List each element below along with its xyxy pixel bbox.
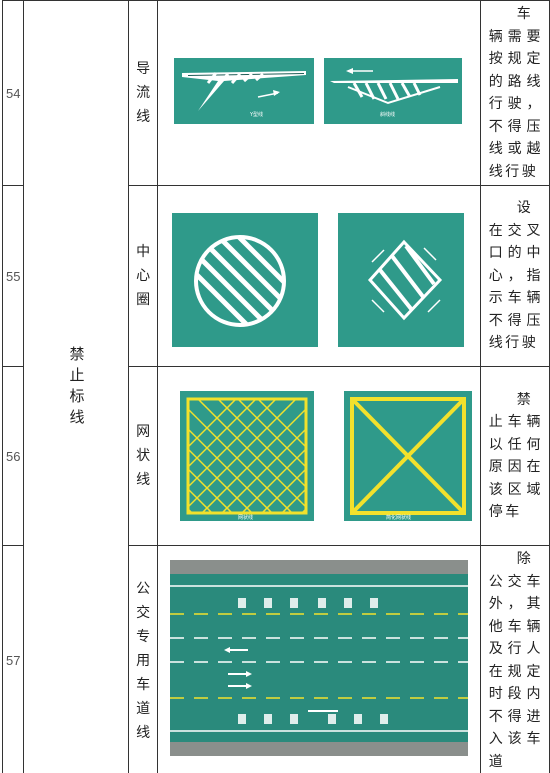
row-number: 55 <box>3 186 24 367</box>
row-number: 56 <box>3 367 24 546</box>
description-cell: 车辆需要按规定的路线行驶，不得压线或越线行驶 <box>480 1 549 186</box>
marking-description: 除公交车外，其他车辆及行人在规定时段内不得进入该车道 <box>489 548 543 773</box>
bus-lane-panel <box>170 560 468 756</box>
figure-cell <box>157 186 480 367</box>
marking-name: 导流线 <box>129 1 157 186</box>
description-cell: 除公交车外，其他车辆及行人在规定时段内不得进入该车道 <box>480 546 549 773</box>
panel-caption: 斜线线 <box>380 111 395 118</box>
figure-cell: Y型线 斜线线 <box>157 1 480 186</box>
panel-caption: 简化网状线 <box>386 514 411 521</box>
panel-caption: Y型线 <box>249 111 263 118</box>
simplified-grid-panel: 简化网状线 <box>344 391 472 521</box>
row-number: 57 <box>3 546 24 773</box>
circle-panel <box>172 213 318 347</box>
category-cell: 禁止标线 <box>24 1 129 773</box>
marking-name: 网状线 <box>129 367 157 546</box>
diamond-panel <box>338 213 464 347</box>
bus-lane-figure <box>158 546 480 771</box>
description-cell: 禁止车辆以任何原因在该区域停车 <box>480 367 549 546</box>
figure-cell: 网状线 简化网状线 <box>157 367 480 546</box>
marking-name: 公交专用车道线 <box>129 546 157 773</box>
marking-table-page: 54 禁止标线 导流线 <box>0 0 550 754</box>
category-label: 禁止标线 <box>63 346 89 430</box>
grid-line-figure: 网状线 简化网状线 <box>158 367 480 541</box>
panel-caption: 网状线 <box>238 514 253 521</box>
row-number: 54 <box>3 1 24 186</box>
table-row-54: 54 禁止标线 导流线 <box>3 1 550 186</box>
description-cell: 设在交叉口的中心，指示车辆不得压线行驶 <box>480 186 549 367</box>
diversion-line-figure: Y型线 斜线线 <box>158 3 480 180</box>
center-circle-figure <box>158 186 480 362</box>
marking-name: 中心圈 <box>129 186 157 367</box>
y-type-panel: Y型线 <box>174 58 314 124</box>
figure-cell <box>157 546 480 773</box>
marking-description: 禁止车辆以任何原因在该区域停车 <box>489 389 543 524</box>
marking-description: 设在交叉口的中心，指示车辆不得压线行驶 <box>489 197 543 355</box>
slanted-type-panel: 斜线线 <box>324 58 462 124</box>
marking-description: 车辆需要按规定的路线行驶，不得压线或越线行驶 <box>489 3 543 183</box>
road-marking-table: 54 禁止标线 导流线 <box>2 0 550 773</box>
